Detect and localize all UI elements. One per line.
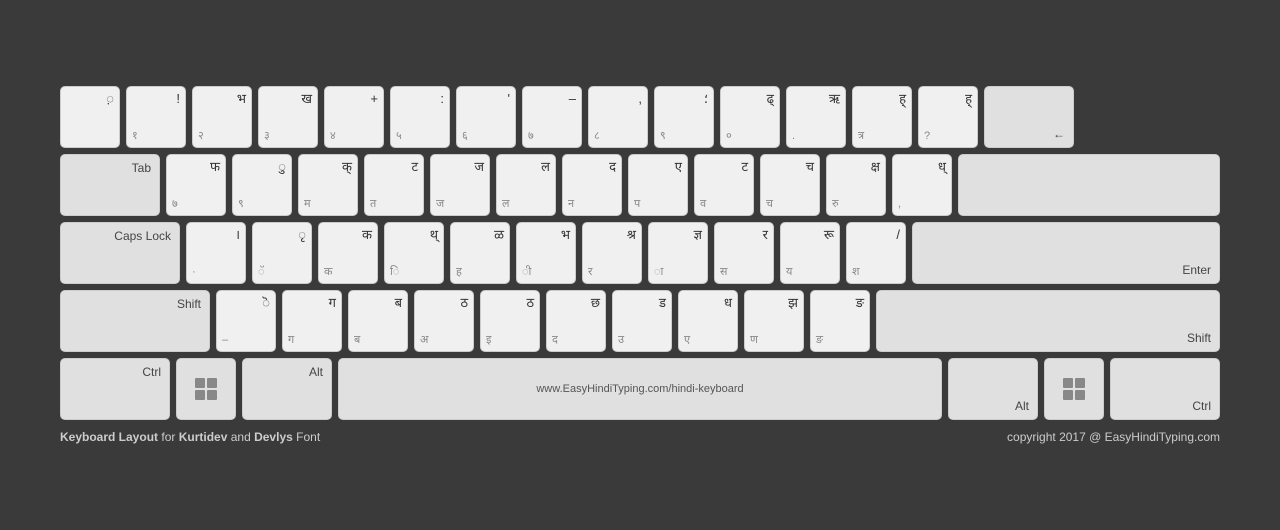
key-g[interactable]: ळ ह bbox=[450, 222, 510, 284]
key-backtick[interactable]: ़ bbox=[60, 86, 120, 148]
key-1[interactable]: ! १ bbox=[126, 86, 186, 148]
backspace-key[interactable]: ← bbox=[984, 86, 1074, 148]
backspace-label: ← bbox=[1053, 127, 1065, 141]
key-w[interactable]: ु ९ bbox=[232, 154, 292, 216]
key-t[interactable]: ज ज bbox=[430, 154, 490, 216]
left-win-icon bbox=[185, 365, 227, 413]
enter-label: Enter bbox=[1182, 263, 1211, 277]
footer: Keyboard Layout for Kurtidev and Devlys … bbox=[60, 430, 1220, 444]
key-i[interactable]: ए प bbox=[628, 154, 688, 216]
left-ctrl-label: Ctrl bbox=[142, 365, 161, 379]
key-0[interactable]: ढ् ० bbox=[720, 86, 780, 148]
right-win-icon bbox=[1053, 365, 1095, 413]
tab-key[interactable]: Tab bbox=[60, 154, 160, 216]
row-2: Tab फ ७ ु ९ क् म ट त ज ज ल ल द न bbox=[60, 154, 1220, 216]
key-a[interactable]: । · bbox=[186, 222, 246, 284]
footer-keyboard-label: Keyboard Layout bbox=[60, 430, 158, 444]
key-h[interactable]: भ ी bbox=[516, 222, 576, 284]
key-2[interactable]: भ २ bbox=[192, 86, 252, 148]
left-win-key[interactable] bbox=[176, 358, 236, 420]
row-1: ़ ! १ भ २ ख ३ + ४ : ५ ' ६ – ७ bbox=[60, 86, 1220, 148]
right-ctrl-key[interactable]: Ctrl bbox=[1110, 358, 1220, 420]
key-p[interactable]: च च bbox=[760, 154, 820, 216]
key-q[interactable]: फ ७ bbox=[166, 154, 226, 216]
key-quote[interactable]: / श bbox=[846, 222, 906, 284]
right-alt-key[interactable]: Alt bbox=[948, 358, 1038, 420]
left-alt-key[interactable]: Alt bbox=[242, 358, 332, 420]
key-n[interactable]: छ द bbox=[546, 290, 606, 352]
left-alt-label: Alt bbox=[309, 365, 323, 379]
caps-lock-label: Caps Lock bbox=[114, 229, 171, 243]
key-d[interactable]: क क bbox=[318, 222, 378, 284]
key-y[interactable]: ल ल bbox=[496, 154, 556, 216]
key-l[interactable]: र स bbox=[714, 222, 774, 284]
right-win-key[interactable] bbox=[1044, 358, 1104, 420]
left-ctrl-key[interactable]: Ctrl bbox=[60, 358, 170, 420]
key-v[interactable]: ठ अ bbox=[414, 290, 474, 352]
key-period[interactable]: झ ण bbox=[744, 290, 804, 352]
left-shift-label: Shift bbox=[177, 297, 201, 311]
row-4: Shift ॆ – ग ग ब ब ठ अ ठ इ छ द ड उ bbox=[60, 290, 1220, 352]
space-label: www.EasyHindiTyping.com/hindi-keyboard bbox=[536, 383, 743, 395]
key-o[interactable]: ट व bbox=[694, 154, 754, 216]
footer-left: Keyboard Layout for Kurtidev and Devlys … bbox=[60, 430, 320, 444]
key-f[interactable]: थ् ि bbox=[384, 222, 444, 284]
key-m[interactable]: ड उ bbox=[612, 290, 672, 352]
key-j[interactable]: श्र र bbox=[582, 222, 642, 284]
keyboard: ़ ! १ भ २ ख ३ + ४ : ५ ' ६ – ७ bbox=[60, 86, 1220, 444]
key-4[interactable]: + ४ bbox=[324, 86, 384, 148]
key-semicolon[interactable]: रू य bbox=[780, 222, 840, 284]
key-r[interactable]: ट त bbox=[364, 154, 424, 216]
key-u[interactable]: द न bbox=[562, 154, 622, 216]
key-x[interactable]: ग ग bbox=[282, 290, 342, 352]
tab-label: Tab bbox=[132, 161, 151, 175]
enter-key[interactable]: Enter bbox=[912, 222, 1220, 284]
key-rbracket[interactable]: ध् , bbox=[892, 154, 952, 216]
key-3[interactable]: ख ३ bbox=[258, 86, 318, 148]
key-b[interactable]: ठ इ bbox=[480, 290, 540, 352]
key-s[interactable]: ृ ॅ bbox=[252, 222, 312, 284]
key-equal[interactable]: ह् त्र bbox=[852, 86, 912, 148]
footer-and-label: and bbox=[231, 430, 254, 444]
key-minus[interactable]: ऋ . bbox=[786, 86, 846, 148]
caps-lock-key[interactable]: Caps Lock bbox=[60, 222, 180, 284]
space-key[interactable]: www.EasyHindiTyping.com/hindi-keyboard bbox=[338, 358, 942, 420]
right-ctrl-label: Ctrl bbox=[1192, 399, 1211, 413]
row-5: Ctrl Alt www.EasyHindiTyping.com/hindi-k… bbox=[60, 358, 1220, 420]
footer-devlys-label: Devlys bbox=[254, 430, 293, 444]
key-e[interactable]: क् म bbox=[298, 154, 358, 216]
right-shift-key[interactable]: Shift bbox=[876, 290, 1220, 352]
key-lbracket[interactable]: क्ष रु bbox=[826, 154, 886, 216]
right-alt-label: Alt bbox=[1015, 399, 1029, 413]
enter-key-top[interactable] bbox=[958, 154, 1220, 216]
key-bracket[interactable]: ह् ? bbox=[918, 86, 978, 148]
left-shift-key[interactable]: Shift bbox=[60, 290, 210, 352]
footer-for-label: for bbox=[161, 430, 178, 444]
right-shift-label: Shift bbox=[1187, 331, 1211, 345]
key-c[interactable]: ब ब bbox=[348, 290, 408, 352]
key-slash[interactable]: ङ ङ bbox=[810, 290, 870, 352]
footer-right: copyright 2017 @ EasyHindiTyping.com bbox=[1007, 430, 1220, 444]
key-6[interactable]: ' ६ bbox=[456, 86, 516, 148]
key-5[interactable]: : ५ bbox=[390, 86, 450, 148]
key-comma[interactable]: ध ए bbox=[678, 290, 738, 352]
key-7[interactable]: – ७ bbox=[522, 86, 582, 148]
row-3: Caps Lock । · ृ ॅ क क थ् ि ळ ह भ ी श्र र bbox=[60, 222, 1220, 284]
key-k[interactable]: ज्ञ ा bbox=[648, 222, 708, 284]
key-9[interactable]: ؛ ९ bbox=[654, 86, 714, 148]
footer-font-label: Font bbox=[296, 430, 320, 444]
key-z[interactable]: ॆ – bbox=[216, 290, 276, 352]
key-8[interactable]: , ८ bbox=[588, 86, 648, 148]
footer-kurtidev-label: Kurtidev bbox=[179, 430, 228, 444]
